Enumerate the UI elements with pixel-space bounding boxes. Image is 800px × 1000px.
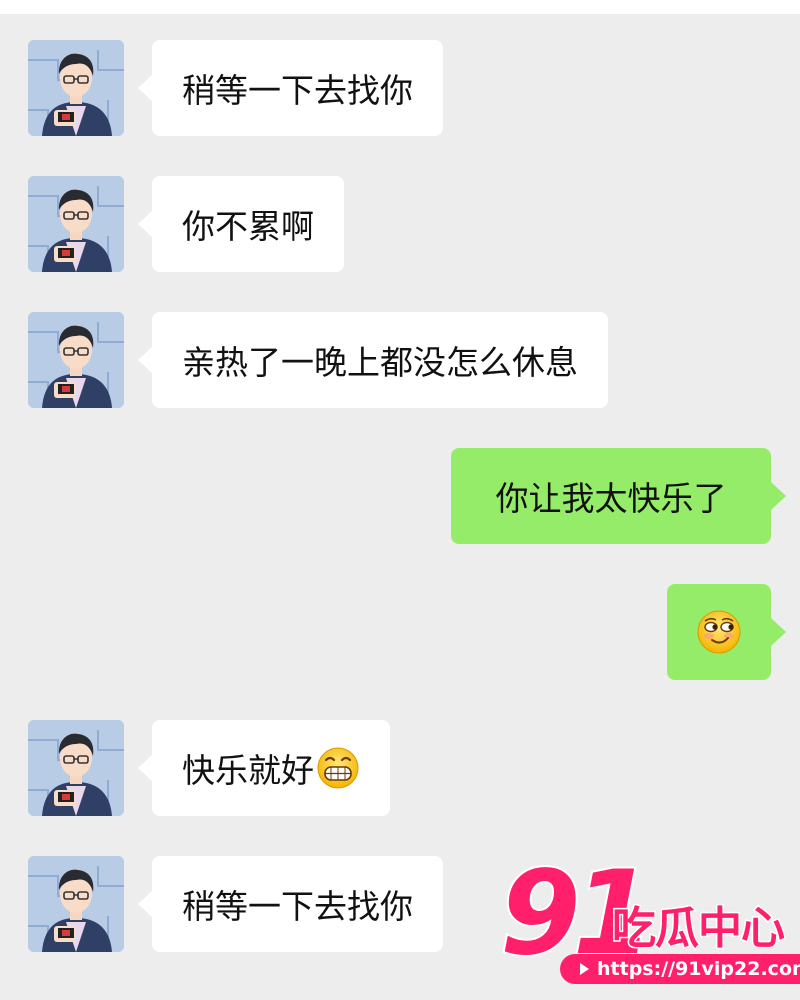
contact-avatar[interactable] — [28, 312, 124, 408]
message-row-outgoing — [0, 584, 800, 684]
incoming-message-bubble[interactable]: 稍等一下去找你 — [152, 856, 443, 952]
top-status-strip — [0, 0, 800, 14]
bubble-tail — [138, 754, 153, 782]
incoming-message-bubble[interactable]: 稍等一下去找你 — [152, 40, 443, 136]
site-watermark: 91 吃瓜中心 https://91vip22.com — [498, 854, 800, 986]
incoming-message-bubble[interactable]: 亲热了一晚上都没怎么休息 — [152, 312, 608, 408]
watermark-url-pill: https://91vip22.com — [560, 954, 800, 984]
outgoing-message-bubble[interactable]: 你让我太快乐了 — [451, 448, 771, 544]
smirk-emoji-icon — [697, 610, 741, 654]
message-row-incoming: 快乐就好 — [0, 720, 800, 820]
watermark-url: https://91vip22.com — [597, 958, 800, 980]
incoming-message-bubble[interactable]: 你不累啊 — [152, 176, 344, 272]
watermark-brand: 吃瓜中心 — [611, 902, 787, 956]
bubble-tail — [138, 346, 153, 374]
outgoing-message-bubble[interactable] — [667, 584, 771, 680]
message-row-outgoing: 你让我太快乐了 — [0, 448, 800, 548]
contact-avatar[interactable] — [28, 40, 124, 136]
contact-avatar[interactable] — [28, 856, 124, 952]
message-text: 稍等一下去找你 — [182, 71, 413, 110]
message-text: 稍等一下去找你 — [182, 887, 413, 926]
bubble-tail — [771, 618, 786, 646]
message-row-incoming: 稍等一下去找你 — [0, 40, 800, 140]
bubble-tail — [138, 890, 153, 918]
bubble-tail — [138, 210, 153, 238]
play-icon — [580, 963, 589, 975]
message-text: 你让我太快乐了 — [495, 479, 727, 518]
message-row-incoming: 亲热了一晚上都没怎么休息 — [0, 312, 800, 412]
message-text: 亲热了一晚上都没怎么休息 — [182, 343, 578, 382]
message-text: 你不累啊 — [182, 207, 314, 246]
incoming-message-bubble[interactable]: 快乐就好 — [152, 720, 390, 816]
contact-avatar[interactable] — [28, 720, 124, 816]
message-row-incoming: 你不累啊 — [0, 176, 800, 276]
bubble-tail — [138, 74, 153, 102]
grin-emoji-icon — [317, 747, 359, 789]
message-text: 快乐就好 — [182, 751, 314, 790]
bubble-tail — [771, 482, 786, 510]
contact-avatar[interactable] — [28, 176, 124, 272]
